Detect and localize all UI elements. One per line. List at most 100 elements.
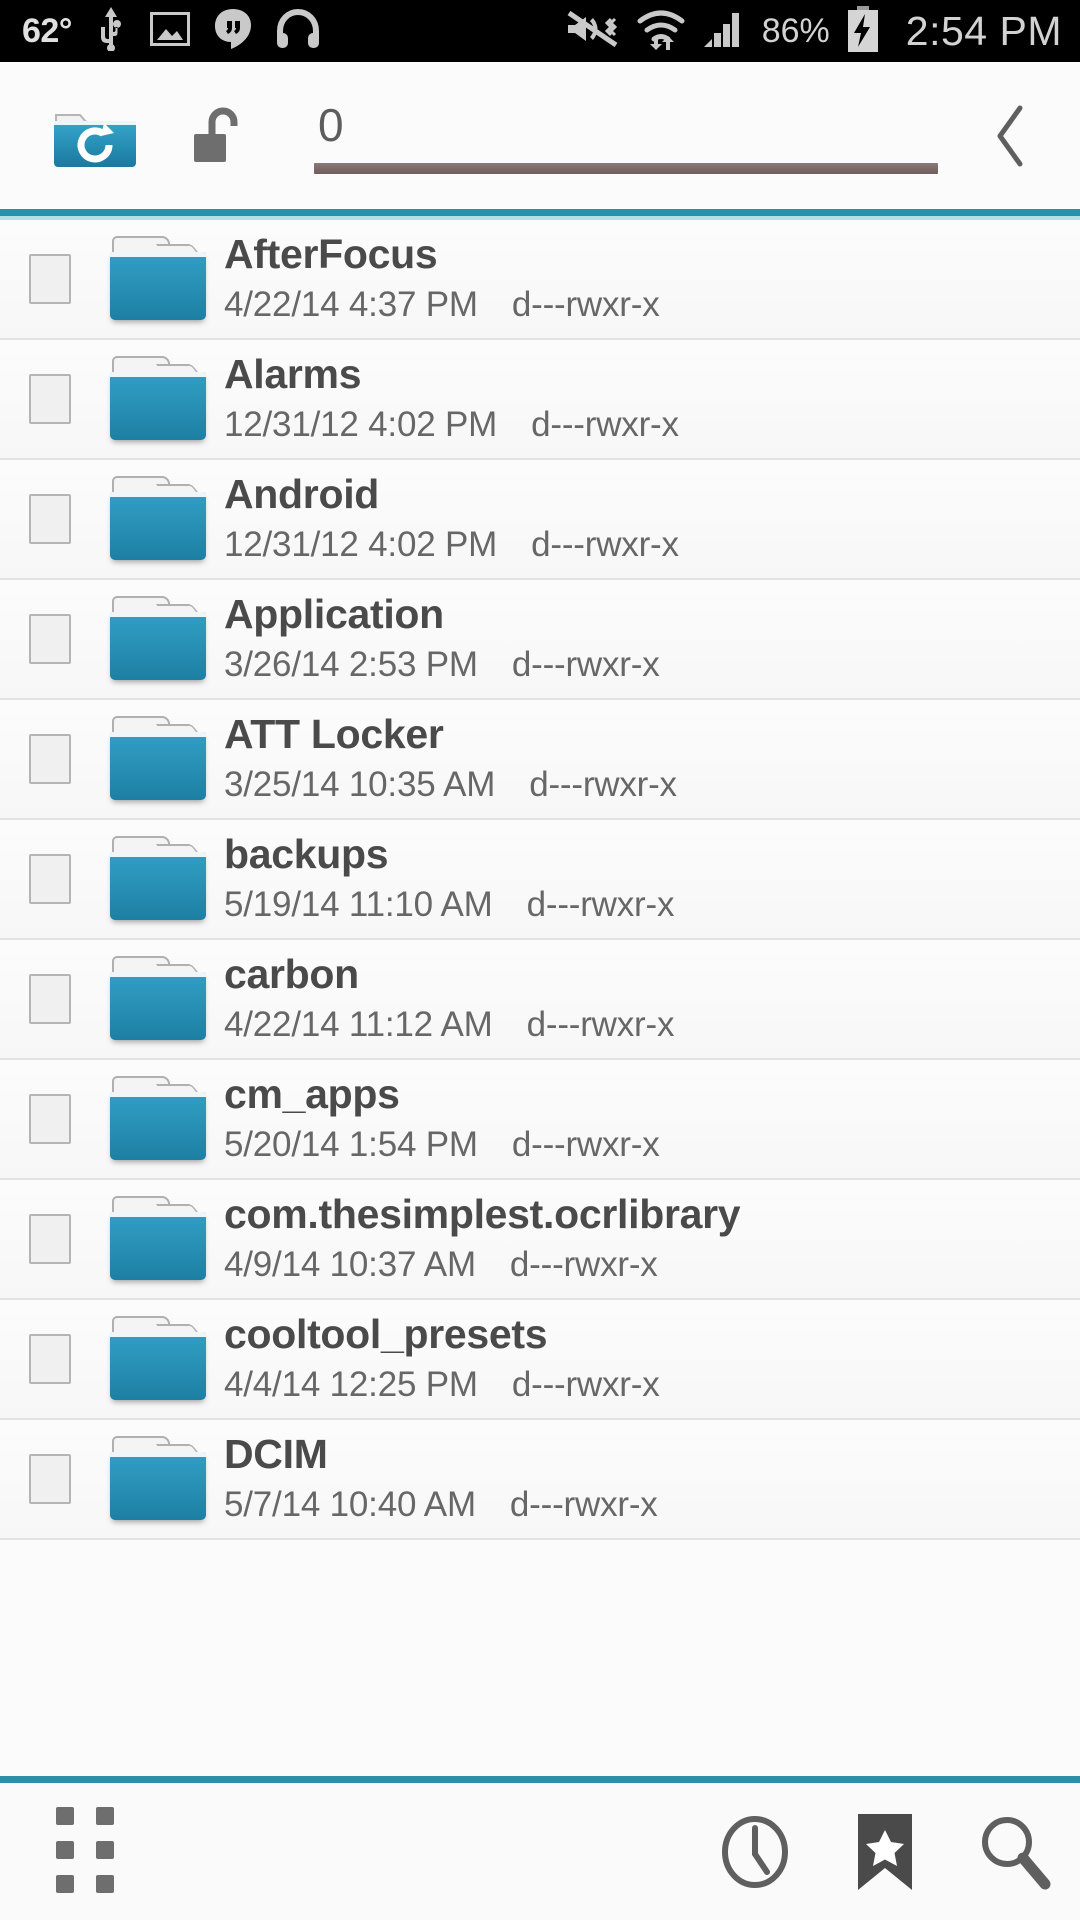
file-permissions: d---rwxr-x [531, 405, 679, 445]
file-permissions: d---rwxr-x [526, 885, 675, 925]
file-name: cm_apps [224, 1072, 400, 1117]
checkbox-box[interactable] [29, 374, 71, 424]
file-name: Android [224, 472, 380, 517]
file-meta: 4/9/14 10:37 AM d---rwxr-x [224, 1245, 1068, 1285]
checkbox-box[interactable] [29, 1334, 71, 1384]
checkbox-box[interactable] [29, 614, 71, 664]
file-permissions: d---rwxr-x [531, 525, 679, 565]
status-bar-clock: 2:54 PM [905, 7, 1062, 54]
row-text: AfterFocus 4/22/14 4:37 PM d---rwxr-x [218, 233, 1080, 325]
row-checkbox[interactable] [0, 854, 100, 904]
table-row[interactable]: Android 12/31/12 4:02 PM d---rwxr-x [0, 460, 1080, 580]
table-row[interactable]: AfterFocus 4/22/14 4:37 PM d---rwxr-x [0, 220, 1080, 340]
file-date: 5/7/14 10:40 AM [224, 1485, 476, 1525]
file-permissions: d---rwxr-x [511, 285, 660, 325]
row-checkbox[interactable] [0, 1214, 100, 1264]
path-input[interactable]: 0 [294, 88, 944, 184]
checkbox-box[interactable] [29, 734, 71, 784]
checkbox-box[interactable] [29, 1214, 71, 1264]
temperature-indicator: 62° [22, 11, 72, 50]
row-checkbox[interactable] [0, 254, 100, 304]
status-bar-left-icons: 62° [0, 6, 566, 56]
file-date: 5/20/14 1:54 PM [224, 1125, 478, 1165]
table-row[interactable]: com.thesimplest.ocrlibrary 4/9/14 10:37 A… [0, 1180, 1080, 1300]
folder-icon [100, 476, 218, 562]
checkbox-box[interactable] [29, 974, 71, 1024]
file-meta: 12/31/12 4:02 PM d---rwxr-x [224, 405, 1068, 445]
file-meta: 5/19/14 11:10 AM d---rwxr-x [224, 885, 1068, 925]
folder-icon [100, 836, 218, 922]
row-text: cm_apps 5/20/14 1:54 PM d---rwxr-x [218, 1073, 1080, 1165]
file-name: Application [224, 592, 444, 637]
file-permissions: d---rwxr-x [509, 1245, 658, 1285]
row-checkbox[interactable] [0, 974, 100, 1024]
file-permissions: d---rwxr-x [511, 645, 660, 685]
file-list[interactable]: AfterFocus 4/22/14 4:37 PM d---rwxr-x Alarm… [0, 220, 1080, 1776]
signal-bars-icon [702, 9, 746, 54]
vibrate-off-icon [566, 9, 620, 54]
checkbox-box[interactable] [29, 1454, 71, 1504]
file-meta: 3/25/14 10:35 AM d---rwxr-x [224, 765, 1068, 805]
file-meta: 4/4/14 12:25 PM d---rwxr-x [224, 1365, 1068, 1405]
file-meta: 4/22/14 11:12 AM d---rwxr-x [224, 1005, 1068, 1045]
row-checkbox[interactable] [0, 1094, 100, 1144]
row-checkbox[interactable] [0, 614, 100, 664]
table-row[interactable]: backups 5/19/14 11:10 AM d---rwxr-x [0, 820, 1080, 940]
bottom-toolbar [0, 1783, 1080, 1920]
table-row[interactable]: ATT Locker 3/25/14 10:35 AM d---rwxr-x [0, 700, 1080, 820]
row-text: Alarms 12/31/12 4:02 PM d---rwxr-x [218, 353, 1080, 445]
bookmark-star-icon[interactable] [820, 1787, 950, 1917]
row-checkbox[interactable] [0, 734, 100, 784]
path-input-underline [314, 162, 938, 174]
table-row[interactable]: Alarms 12/31/12 4:02 PM d---rwxr-x [0, 340, 1080, 460]
file-permissions: d---rwxr-x [509, 1485, 658, 1525]
row-text: Application 3/26/14 2:53 PM d---rwxr-x [218, 593, 1080, 685]
file-date: 4/4/14 12:25 PM [224, 1365, 478, 1405]
folder-icon [100, 596, 218, 682]
toolbar-divider [0, 209, 1080, 216]
checkbox-box[interactable] [29, 254, 71, 304]
file-date: 3/25/14 10:35 AM [224, 765, 496, 805]
clock-icon[interactable] [690, 1787, 820, 1917]
table-row[interactable]: Application 3/26/14 2:53 PM d---rwxr-x [0, 580, 1080, 700]
row-text: backups 5/19/14 11:10 AM d---rwxr-x [218, 833, 1080, 925]
chevron-left-icon[interactable] [964, 88, 1060, 184]
file-date: 12/31/12 4:02 PM [224, 405, 498, 445]
folder-icon [100, 716, 218, 802]
row-text: Android 12/31/12 4:02 PM d---rwxr-x [218, 473, 1080, 565]
checkbox-box[interactable] [29, 494, 71, 544]
file-date: 12/31/12 4:02 PM [224, 525, 498, 565]
folder-icon [100, 1316, 218, 1402]
path-input-value[interactable]: 0 [294, 102, 344, 148]
row-checkbox[interactable] [0, 1454, 100, 1504]
battery-percent-label: 86% [761, 11, 830, 50]
file-permissions: d---rwxr-x [511, 1365, 660, 1405]
checkbox-box[interactable] [29, 854, 71, 904]
search-icon[interactable] [950, 1787, 1080, 1917]
folder-refresh-icon[interactable] [52, 103, 138, 169]
table-row[interactable]: cm_apps 5/20/14 1:54 PM d---rwxr-x [0, 1060, 1080, 1180]
file-permissions: d---rwxr-x [529, 765, 677, 805]
file-date: 4/9/14 10:37 AM [224, 1245, 476, 1285]
row-text: com.thesimplest.ocrlibrary 4/9/14 10:37 A… [218, 1193, 1080, 1285]
file-meta: 5/7/14 10:40 AM d---rwxr-x [224, 1485, 1068, 1525]
file-name: DCIM [224, 1432, 328, 1477]
file-permissions: d---rwxr-x [526, 1005, 675, 1045]
file-meta: 4/22/14 4:37 PM d---rwxr-x [224, 285, 1068, 325]
file-permissions: d---rwxr-x [511, 1125, 660, 1165]
grid-dots-icon[interactable] [56, 1806, 118, 1893]
unlocked-padlock-icon[interactable] [190, 106, 248, 166]
folder-icon [100, 956, 218, 1042]
row-checkbox[interactable] [0, 374, 100, 424]
photo-icon [149, 11, 190, 51]
row-checkbox[interactable] [0, 494, 100, 544]
row-checkbox[interactable] [0, 1334, 100, 1384]
wifi-icon [636, 8, 686, 55]
folder-icon [100, 1436, 218, 1522]
table-row[interactable]: cooltool_presets 4/4/14 12:25 PM d---rwxr-… [0, 1300, 1080, 1420]
file-meta: 3/26/14 2:53 PM d---rwxr-x [224, 645, 1068, 685]
checkbox-box[interactable] [29, 1094, 71, 1144]
status-bar[interactable]: 62° 86% 2:54 PM [0, 0, 1080, 62]
table-row[interactable]: carbon 4/22/14 11:12 AM d---rwxr-x [0, 940, 1080, 1060]
table-row[interactable]: DCIM 5/7/14 10:40 AM d---rwxr-x [0, 1420, 1080, 1540]
